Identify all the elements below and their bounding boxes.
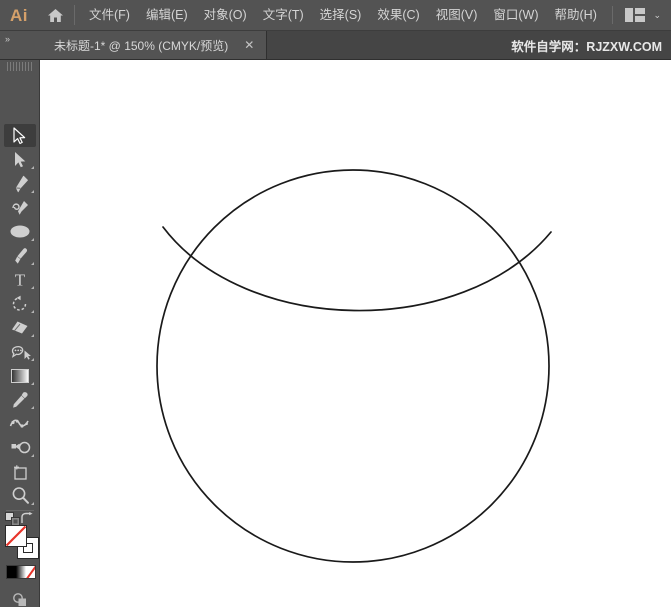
tabbar-left-spacer: » bbox=[0, 31, 40, 59]
type-tool[interactable]: T bbox=[4, 268, 36, 291]
flyout-indicator bbox=[31, 454, 34, 457]
circle-path bbox=[157, 170, 549, 562]
menu-object[interactable]: 对象(O) bbox=[196, 0, 255, 31]
chevron-down-icon[interactable]: ⌄ bbox=[653, 10, 661, 21]
svg-text:T: T bbox=[15, 271, 26, 288]
arc-path bbox=[163, 227, 551, 311]
artboard-canvas[interactable] bbox=[40, 60, 671, 607]
none-indicator-icon bbox=[6, 526, 26, 546]
flyout-indicator bbox=[31, 406, 34, 409]
toolbar-separator bbox=[6, 510, 34, 511]
menu-select[interactable]: 选择(S) bbox=[312, 0, 370, 31]
flyout-indicator bbox=[31, 502, 34, 505]
toolbar-drag-handle[interactable] bbox=[7, 62, 33, 71]
close-icon[interactable]: ✕ bbox=[240, 38, 258, 52]
menu-type[interactable]: 文字(T) bbox=[255, 0, 312, 31]
menu-item-list: 文件(F) 编辑(E) 对象(O) 文字(T) 选择(S) 效果(C) 视图(V… bbox=[81, 0, 605, 31]
draw-normal-icon[interactable] bbox=[4, 588, 36, 607]
curvature-tool[interactable] bbox=[4, 196, 36, 219]
workspace-switcher-icon[interactable] bbox=[625, 8, 645, 22]
menu-file[interactable]: 文件(F) bbox=[81, 0, 138, 31]
artwork-svg bbox=[40, 60, 671, 607]
flyout-indicator bbox=[31, 358, 34, 361]
none-swatch-button[interactable] bbox=[26, 566, 35, 578]
menu-effect[interactable]: 效果(C) bbox=[369, 0, 427, 31]
flyout-indicator bbox=[31, 286, 34, 289]
watermark-text: 软件自学网：RJZXW.COM bbox=[511, 31, 671, 59]
home-icon[interactable] bbox=[38, 0, 72, 31]
flyout-indicator bbox=[31, 334, 34, 337]
menubar-divider bbox=[74, 5, 75, 25]
symbol-sprayer-tool[interactable] bbox=[4, 436, 36, 459]
document-tab-label: 未标题-1* @ 150% (CMYK/预览) bbox=[54, 37, 228, 54]
panel-expand-icon[interactable]: » bbox=[5, 34, 9, 44]
pen-tool[interactable] bbox=[4, 172, 36, 195]
gradient-tool[interactable] bbox=[4, 364, 36, 387]
fill-swatch[interactable] bbox=[5, 525, 27, 547]
app-logo: Ai bbox=[0, 0, 38, 31]
menu-help[interactable]: 帮助(H) bbox=[547, 0, 605, 31]
eraser-tool[interactable] bbox=[4, 316, 36, 339]
menu-window[interactable]: 窗口(W) bbox=[485, 0, 546, 31]
default-fill-stroke-icon[interactable] bbox=[5, 512, 21, 526]
menu-view[interactable]: 视图(V) bbox=[428, 0, 486, 31]
color-swatch-button[interactable] bbox=[7, 566, 16, 578]
paintbrush-tool[interactable] bbox=[4, 244, 36, 267]
flyout-indicator bbox=[31, 190, 34, 193]
rotate-tool[interactable] bbox=[4, 292, 36, 315]
flyout-indicator bbox=[31, 166, 34, 169]
menu-bar: Ai 文件(F) 编辑(E) 对象(O) 文字(T) 选择(S) 效果(C) 视… bbox=[0, 0, 671, 31]
flyout-indicator bbox=[31, 310, 34, 313]
zoom-tool[interactable] bbox=[4, 484, 36, 507]
illustrator-window: Ai 文件(F) 编辑(E) 对象(O) 文字(T) 选择(S) 效果(C) 视… bbox=[0, 0, 671, 607]
gradient-swatch-button[interactable] bbox=[16, 566, 25, 578]
tools-panel: T bbox=[0, 60, 40, 607]
flyout-indicator bbox=[31, 238, 34, 241]
direct-selection-tool[interactable] bbox=[4, 148, 36, 171]
document-tab-bar: » 未标题-1* @ 150% (CMYK/预览) ✕ 软件自学网：RJZXW.… bbox=[0, 31, 671, 60]
menu-edit[interactable]: 编辑(E) bbox=[138, 0, 196, 31]
workspace-divider bbox=[612, 6, 613, 24]
color-mode-swatches bbox=[6, 565, 36, 579]
blend-tool[interactable] bbox=[4, 412, 36, 435]
flyout-indicator bbox=[31, 382, 34, 385]
shape-builder-tool[interactable] bbox=[4, 340, 36, 363]
ellipse-tool[interactable] bbox=[4, 220, 36, 243]
eyedropper-tool[interactable] bbox=[4, 388, 36, 411]
artboard-tool[interactable] bbox=[4, 460, 36, 483]
flyout-indicator bbox=[31, 262, 34, 265]
fill-stroke-swatches bbox=[5, 525, 39, 559]
menubar-right-group: ⌄ bbox=[612, 6, 671, 24]
selection-tool[interactable] bbox=[4, 124, 36, 147]
swap-fill-stroke-icon[interactable] bbox=[20, 512, 34, 526]
document-tab[interactable]: 未标题-1* @ 150% (CMYK/预览) ✕ bbox=[40, 31, 267, 59]
